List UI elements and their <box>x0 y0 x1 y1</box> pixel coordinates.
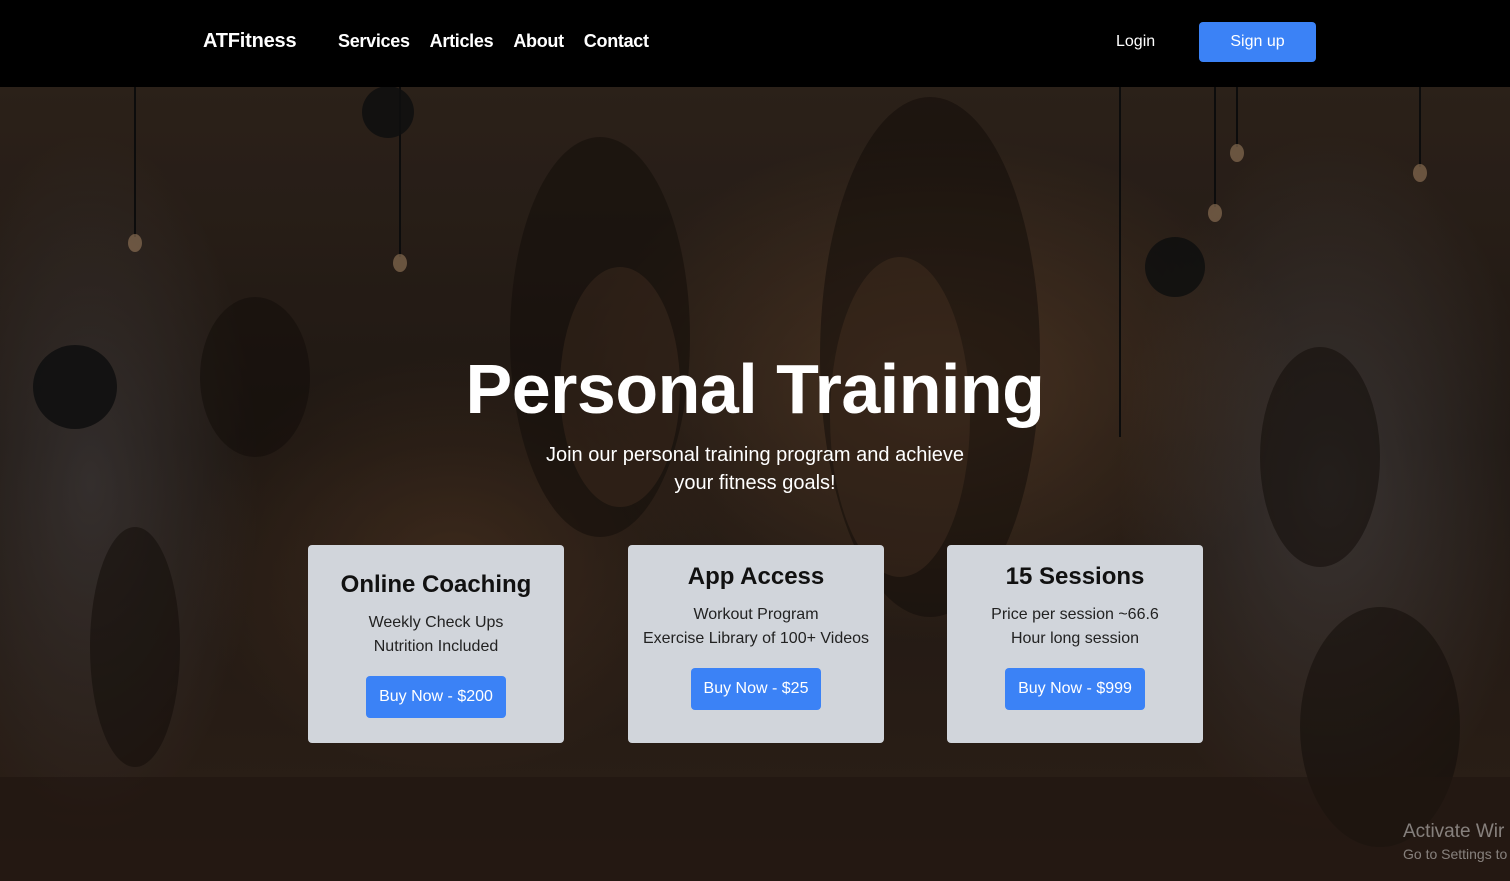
pricing-card-app-access: App Access Workout Program Exercise Libr… <box>628 545 884 743</box>
buy-now-button-online-coaching[interactable]: Buy Now - $200 <box>366 676 506 718</box>
card-title: Online Coaching <box>340 571 532 598</box>
login-link[interactable]: Login <box>1116 33 1155 51</box>
hero-section: Personal Training Join our personal trai… <box>0 87 1510 881</box>
nav-link-about[interactable]: About <box>513 31 564 52</box>
card-feature: Workout Program <box>693 606 819 623</box>
navbar: ATFitness Services Articles About Contac… <box>0 0 1510 87</box>
nav-link-contact[interactable]: Contact <box>584 31 649 52</box>
card-features: Price per session ~66.6 Hour long sessio… <box>947 603 1203 651</box>
signup-button[interactable]: Sign up <box>1199 22 1316 62</box>
card-features: Weekly Check Ups Nutrition Included <box>308 611 564 659</box>
main-nav: Services Articles About Contact <box>338 31 649 52</box>
card-feature: Exercise Library of 100+ Videos <box>642 630 870 647</box>
activate-windows-watermark: Activate Wir Go to Settings to <box>1403 820 1510 864</box>
card-title: App Access <box>687 563 825 590</box>
buy-now-button-15-sessions[interactable]: Buy Now - $999 <box>1005 668 1145 710</box>
pricing-card-15-sessions: 15 Sessions Price per session ~66.6 Hour… <box>947 545 1203 743</box>
pricing-card-online-coaching: Online Coaching Weekly Check Ups Nutriti… <box>308 545 564 743</box>
card-feature: Nutrition Included <box>373 638 499 655</box>
watermark-subtitle: Go to Settings to <box>1403 846 1508 862</box>
card-features: Workout Program Exercise Library of 100+… <box>628 603 884 651</box>
hero-subtitle: Join our personal training program and a… <box>545 444 965 494</box>
card-feature: Weekly Check Ups <box>368 614 504 631</box>
card-feature: Hour long session <box>1010 630 1140 647</box>
nav-link-services[interactable]: Services <box>338 31 410 52</box>
brand-logo-link[interactable]: ATFitness <box>203 30 297 53</box>
card-feature: Price per session ~66.6 <box>991 606 1159 623</box>
card-title: 15 Sessions <box>1005 563 1145 590</box>
buy-now-button-app-access[interactable]: Buy Now - $25 <box>690 668 822 710</box>
watermark-title: Activate Wir <box>1403 821 1505 842</box>
hero-title: Personal Training <box>465 350 1045 428</box>
nav-link-articles[interactable]: Articles <box>430 31 494 52</box>
